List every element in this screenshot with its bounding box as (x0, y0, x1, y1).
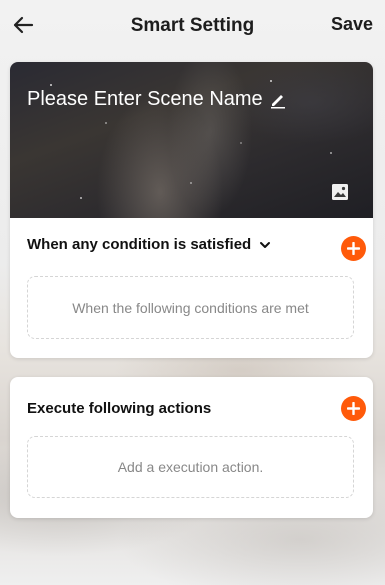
back-button[interactable] (10, 12, 36, 38)
add-action-button[interactable] (341, 396, 366, 421)
plus-icon (347, 402, 360, 415)
pencil-icon[interactable] (269, 91, 287, 109)
actions-card: Execute following actions Add a executio… (10, 377, 373, 518)
scene-card: Please Enter Scene Name When any conditi… (10, 62, 373, 358)
scene-name-placeholder: Please Enter Scene Name (27, 88, 263, 110)
actions-header: Execute following actions (27, 400, 356, 417)
chevron-down-icon[interactable] (259, 239, 271, 251)
actions-title: Execute following actions (27, 400, 212, 417)
conditions-empty-placeholder[interactable]: When the following conditions are met (27, 276, 354, 339)
save-button[interactable]: Save (331, 14, 373, 35)
image-icon[interactable] (331, 183, 349, 201)
conditions-title: When any condition is satisfied (27, 236, 252, 253)
scene-banner[interactable]: Please Enter Scene Name (10, 62, 373, 218)
scene-name-field[interactable]: Please Enter Scene Name (27, 88, 287, 111)
conditions-header: When any condition is satisfied (27, 236, 356, 253)
plus-icon (347, 242, 360, 255)
page-title: Smart Setting (130, 15, 255, 36)
header: Smart Setting Save (0, 0, 385, 52)
conditions-empty-text: When the following conditions are met (72, 299, 309, 316)
arrow-left-icon (13, 16, 34, 34)
actions-empty-placeholder[interactable]: Add a execution action. (27, 436, 354, 498)
add-condition-button[interactable] (341, 236, 366, 261)
actions-empty-text: Add a execution action. (117, 459, 264, 475)
